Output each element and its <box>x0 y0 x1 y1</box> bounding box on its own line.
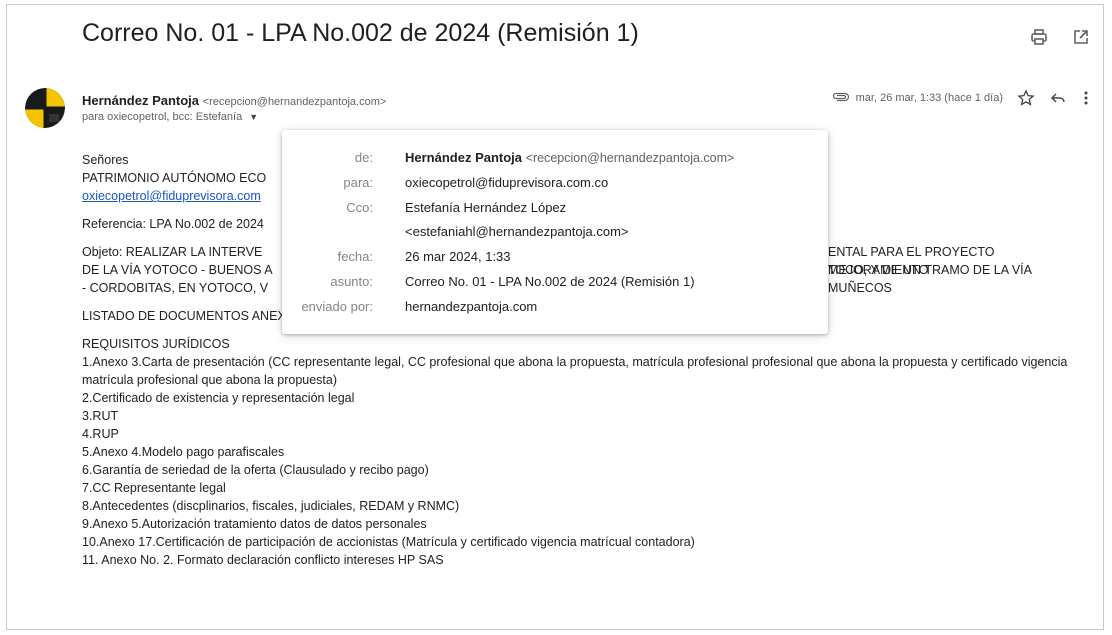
detail-value-bcc-name: Estefanía Hernández López <box>405 200 567 215</box>
list-item: 4.RUP <box>82 427 119 441</box>
detail-value-date: 26 mar 2024, 1:33 <box>405 249 511 264</box>
detail-value-from: Hernández Pantoja <recepcion@hernandezpa… <box>405 150 734 165</box>
recipients-summary: para oxiecopetrol, bcc: Estefanía ▼ <box>82 111 258 123</box>
email-subject: Correo No. 01 - LPA No.002 de 2024 (Remi… <box>82 19 639 47</box>
detail-label-subject: asunto: <box>330 274 373 289</box>
detail-label-date: fecha: <box>337 249 373 264</box>
sender-name[interactable]: Hernández Pantoja <box>82 93 199 108</box>
top-actions <box>1029 27 1091 47</box>
star-icon[interactable] <box>1017 89 1035 107</box>
detail-label-to: para: <box>343 175 373 190</box>
detail-value-to: oxiecopetrol@fiduprevisora.com.co <box>405 175 609 190</box>
list-item: 3.RUT <box>82 409 119 423</box>
list-item: 7.CC Representante legal <box>82 481 226 495</box>
addressee-email-link[interactable]: oxiecopetrol@fiduprevisora.com <box>82 189 261 203</box>
detail-label-bcc: Cco: <box>346 200 373 215</box>
list-item: 5.Anexo 4.Modelo pago parafiscales <box>82 445 285 459</box>
open-in-new-window-icon[interactable] <box>1071 27 1091 47</box>
detail-value-bcc-email: <estefaniahl@hernandezpantoja.com> <box>405 224 629 239</box>
sender-avatar <box>25 88 65 128</box>
message-meta: mar, 26 mar, 1:33 (hace 1 día) <box>832 89 1091 107</box>
legal-requirements-heading: REQUISITOS JURÍDICOS <box>82 337 230 351</box>
print-icon[interactable] <box>1029 27 1049 47</box>
chevron-down-icon[interactable]: ▼ <box>249 112 258 122</box>
detail-from-email: <recepcion@hernandezpantoja.com> <box>525 151 735 165</box>
detail-label-from: de: <box>354 150 373 165</box>
sender-line: Hernández Pantoja <recepcion@hernandezpa… <box>82 93 386 108</box>
email-view: Correo No. 01 - LPA No.002 de 2024 (Remi… <box>6 4 1104 630</box>
list-item: 2.Certificado de existencia y representa… <box>82 391 355 405</box>
list-item: 9.Anexo 5.Autorización tratamiento datos… <box>82 517 427 531</box>
reply-icon[interactable] <box>1049 89 1067 107</box>
detail-from-name: Hernández Pantoja <box>405 150 523 165</box>
detail-value-subject: Correo No. 01 - LPA No.002 de 2024 (Remi… <box>405 274 695 289</box>
object-line-2-right: TOCO, Y DE UN TRAMO DE LA VÍA MUÑECOS <box>828 263 1032 295</box>
list-item: 10.Anexo 17.Certificación de participaci… <box>82 535 695 549</box>
attachment-icon <box>832 92 850 105</box>
object-line-1-left: Objeto: REALIZAR LA INTERVE <box>82 245 263 259</box>
detail-label-sent-by: enviado por: <box>301 299 373 314</box>
sender-email: <recepcion@hernandezpantoja.com> <box>202 96 387 108</box>
list-item: 6.Garantía de seriedad de la oferta (Cla… <box>82 463 429 477</box>
list-item: 11. Anexo No. 2. Formato declaración con… <box>82 553 444 567</box>
list-item: 1.Anexo 3.Carta de presentación (CC repr… <box>82 355 1068 387</box>
message-details-popup: de: Hernández Pantoja <recepcion@hernand… <box>282 130 828 334</box>
message-date: mar, 26 mar, 1:33 (hace 1 día) <box>855 92 1003 104</box>
recipients-text: para oxiecopetrol, bcc: Estefanía <box>82 111 243 123</box>
detail-value-sent-by: hernandezpantoja.com <box>405 299 538 314</box>
list-item: 8.Antecedentes (discplinarios, fiscales,… <box>82 499 460 513</box>
object-line-2-left: DE LA VÍA YOTOCO - BUENOS A <box>82 263 273 277</box>
more-vertical-icon[interactable] <box>1081 89 1091 107</box>
